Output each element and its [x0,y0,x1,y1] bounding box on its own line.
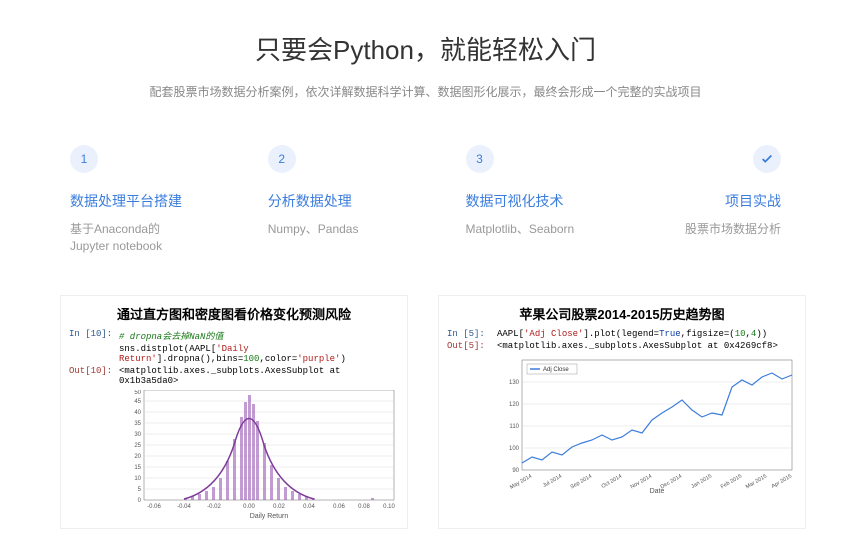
xlabel: Daily Return [250,513,289,520]
svg-text:Feb 2015: Feb 2015 [720,473,743,490]
check-icon [753,145,781,173]
out-prompt: Out[5]: [447,341,497,351]
svg-text:10: 10 [134,476,141,482]
chart-right-panel: 苹果公司股票2014-2015历史趋势图 In [5]: AAPL['Adj C… [438,295,806,529]
histogram-plot: 0510 152025 303540 4550 -0.06-0.04-0.02 … [119,390,399,520]
svg-text:Apr 2015: Apr 2015 [771,473,793,489]
svg-text:30: 30 [134,432,141,438]
svg-text:0.06: 0.06 [333,504,345,510]
step-desc: 基于Anaconda的Jupyter notebook [70,221,218,255]
step-title: 项目实战 [633,191,781,211]
out-text: <matplotlib.axes._subplots.AxesSubplot a… [119,366,399,386]
steps-row: 1 数据处理平台搭建 基于Anaconda的Jupyter notebook 2… [60,145,791,255]
xlabel: Date [650,488,665,495]
svg-text:Jan 2015: Jan 2015 [690,473,713,490]
svg-text:100: 100 [509,446,520,452]
svg-text:110: 110 [509,424,519,430]
svg-text:130: 130 [509,380,520,386]
svg-text:0.02: 0.02 [273,504,285,510]
svg-text:15: 15 [134,465,141,471]
step-2: 2 分析数据处理 Numpy、Pandas [228,145,426,255]
step-number: 1 [70,145,98,173]
code-comment: # dropna会去掉NaN的值 [119,329,223,342]
out-prompt: Out[10]: [69,366,119,386]
step-title: 数据可视化技术 [466,191,614,211]
code-in-line: In [5]: AAPL['Adj Close'].plot(legend=Tr… [447,329,797,339]
svg-text:45: 45 [134,399,141,405]
code-out-line: Out[5]: <matplotlib.axes._subplots.AxesS… [447,341,797,351]
chart-left-title: 通过直方图和密度图看价格变化预测风险 [69,304,399,323]
svg-text:50: 50 [134,390,141,396]
line-svg: Adj Close 90 100 110 120 130 May 2014 Jul 2… [497,355,797,495]
svg-text:5: 5 [138,487,142,493]
step-4: 项目实战 股票市场数据分析 [623,145,791,255]
page-subtitle: 配套股票市场数据分析案例，依次详解数据科学计算、数据图形化展示，最终会形成一个完… [60,83,791,100]
code-text: sns.distplot(AAPL['Daily Return'].dropna… [119,344,399,364]
in-prompt: In [10]: [69,329,119,342]
svg-text:0.00: 0.00 [243,504,255,510]
step-desc: 股票市场数据分析 [633,221,781,238]
code-text: AAPL['Adj Close'].plot(legend=True,figsi… [497,329,767,339]
svg-text:Sep 2014: Sep 2014 [570,473,593,490]
svg-text:-0.02: -0.02 [207,504,221,510]
svg-text:0.10: 0.10 [383,504,395,510]
step-title: 数据处理平台搭建 [70,191,218,211]
legend-label: Adj Close [543,367,569,373]
charts-row: 通过直方图和密度图看价格变化预测风险 In [10]: # dropna会去掉N… [60,295,791,529]
chart-right-title: 苹果公司股票2014-2015历史趋势图 [447,304,797,323]
blank-prompt [69,344,119,364]
svg-text:20: 20 [134,454,141,460]
svg-text:0.08: 0.08 [358,504,370,510]
code-in-line: In [10]: # dropna会去掉NaN的值 [69,329,399,342]
svg-text:Mar 2015: Mar 2015 [745,473,768,490]
svg-text:90: 90 [512,468,519,474]
step-desc: Matplotlib、Seaborn [466,221,614,238]
svg-text:35: 35 [134,421,141,427]
step-1: 1 数据处理平台搭建 基于Anaconda的Jupyter notebook [60,145,228,255]
svg-text:Oct 2014: Oct 2014 [601,473,623,489]
code-out-line: Out[10]: <matplotlib.axes._subplots.Axes… [69,366,399,386]
step-number: 2 [268,145,296,173]
svg-text:-0.04: -0.04 [177,504,191,510]
svg-text:0: 0 [138,498,142,504]
in-prompt: In [5]: [447,329,497,339]
svg-text:Jul 2014: Jul 2014 [542,473,563,489]
out-text: <matplotlib.axes._subplots.AxesSubplot a… [497,341,778,351]
svg-text:0.04: 0.04 [303,504,315,510]
code-line: sns.distplot(AAPL['Daily Return'].dropna… [69,344,399,364]
step-3: 3 数据可视化技术 Matplotlib、Seaborn [426,145,624,255]
svg-text:40: 40 [134,410,141,416]
step-desc: Numpy、Pandas [268,221,416,238]
step-title: 分析数据处理 [268,191,416,211]
step-number: 3 [466,145,494,173]
svg-text:-0.06: -0.06 [147,504,161,510]
chart-left-panel: 通过直方图和密度图看价格变化预测风险 In [10]: # dropna会去掉N… [60,295,408,529]
line-plot: Adj Close 90 100 110 120 130 May 2014 Jul 2… [497,355,797,495]
svg-text:25: 25 [134,443,141,449]
histogram-svg: 0510 152025 303540 4550 -0.06-0.04-0.02 … [119,390,399,520]
page-title: 只要会Python，就能轻松入门 [60,30,791,67]
svg-text:120: 120 [509,402,520,408]
svg-text:May 2014: May 2014 [509,473,533,490]
